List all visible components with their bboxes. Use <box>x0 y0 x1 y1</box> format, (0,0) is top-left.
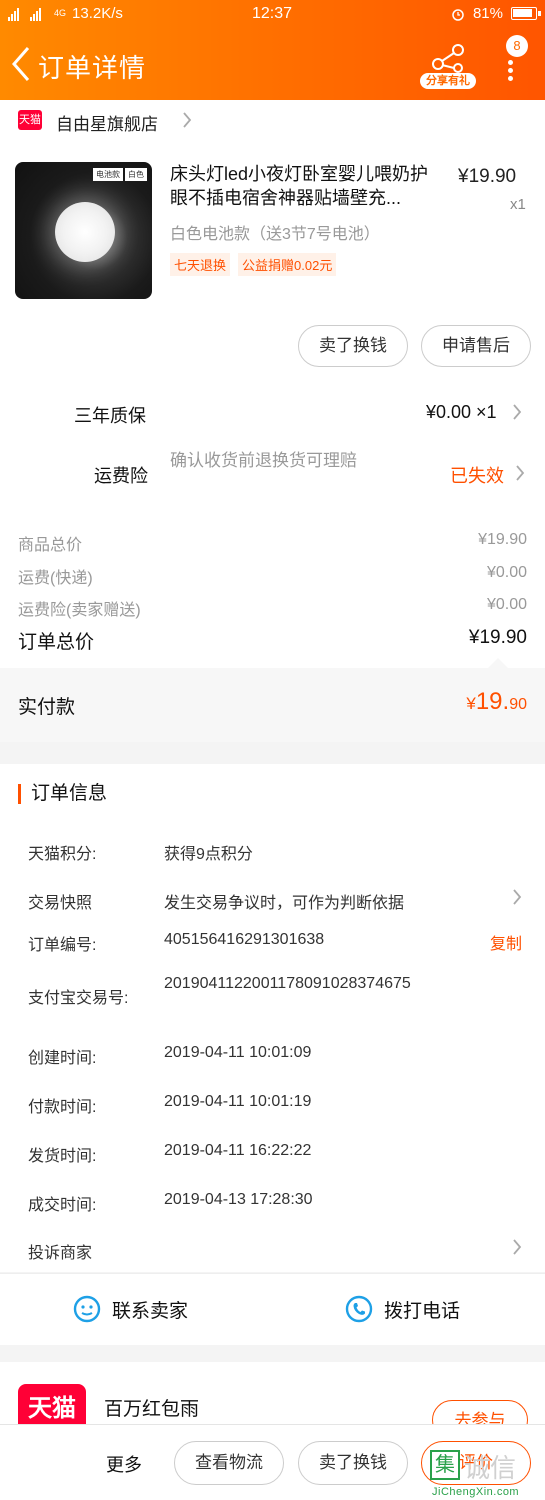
paid-currency: ¥ <box>466 694 476 713</box>
sell-exchange-bottom-button[interactable]: 卖了换钱 <box>298 1441 408 1485</box>
watermark-url: JiChengXin.com <box>432 1486 520 1498</box>
promo-text: 百万红包雨 <box>104 1399 200 1420</box>
chevron-right-icon[interactable] <box>512 889 522 905</box>
shipping-insurance-label: 运费险 <box>94 466 148 486</box>
share-button[interactable]: 分享有礼 <box>420 40 476 90</box>
goods-total-label: 商品总价 <box>18 537 83 554</box>
product-price: ¥19.90 <box>458 166 517 187</box>
sell-exchange-button[interactable]: 卖了换钱 <box>298 325 408 367</box>
watermark-logo: 集 <box>430 1450 460 1480</box>
chevron-right-icon[interactable] <box>515 465 525 481</box>
product-quantity: x1 <box>510 196 526 213</box>
info-value: 获得9点积分 <box>164 846 253 863</box>
signal-icon <box>8 7 41 21</box>
share-label: 分享有礼 <box>420 73 476 89</box>
insurance-value: ¥0.00 <box>486 596 527 613</box>
shipping-value: ¥0.00 <box>486 564 527 581</box>
order-total-label: 订单总价 <box>18 632 95 653</box>
network-speed: 13.2K/s <box>72 5 123 22</box>
status-bar: 4G 13.2K/s 12:37 81% <box>0 0 545 30</box>
info-label[interactable]: 交易快照 <box>28 889 92 913</box>
app-header: 4G 13.2K/s 12:37 81% 订单详情 分享有礼 8 <box>0 0 545 100</box>
complaint-link[interactable]: 投诉商家 <box>28 1239 92 1263</box>
contact-seller-label: 联系卖家 <box>112 1300 189 1322</box>
network-type: 4G <box>54 8 67 18</box>
info-value: 2019-04-11 10:01:09 <box>164 1044 312 1061</box>
alarm-icon <box>452 8 464 21</box>
chevron-right-icon[interactable] <box>512 1239 522 1255</box>
copy-button[interactable]: 复制 <box>490 930 522 954</box>
info-value: 2019-04-13 17:28:30 <box>164 1191 313 1208</box>
contact-bar: 联系卖家 拨打电话 <box>0 1273 545 1345</box>
page-title: 订单详情 <box>38 53 147 83</box>
chevron-right-icon <box>183 112 192 128</box>
shipping-label: 运费(快递) <box>18 570 93 587</box>
tag-charity: 公益捐赠0.02元 <box>238 253 337 276</box>
info-label: 付款时间: <box>28 1099 97 1116</box>
goods-total-value: ¥19.90 <box>478 531 527 548</box>
info-label: 成交时间: <box>28 1197 97 1214</box>
product-title[interactable]: 床头灯led小夜灯卧室婴儿喂奶护眼不插电宿舍神器贴墙壁充... <box>170 162 445 210</box>
order-card: 天猫 自由星旗舰店 电池款 白色 床头灯led小夜灯卧室婴儿喂奶护眼不插电宿舍神… <box>0 100 545 742</box>
tag-return: 七天退换 <box>170 253 231 276</box>
product-tags: 七天退换 公益捐赠0.02元 <box>170 253 337 276</box>
more-button[interactable]: 更多 <box>106 1451 142 1477</box>
order-total-value: ¥19.90 <box>468 627 527 648</box>
insurance-label: 运费险(卖家赠送) <box>18 602 141 619</box>
lamp-image <box>55 202 115 262</box>
battery-icon <box>511 7 541 20</box>
paid-amount: ¥19.90 <box>466 688 527 716</box>
chevron-right-icon[interactable] <box>512 404 522 420</box>
status-right: 81% <box>451 5 541 22</box>
paid-label: 实付款 <box>18 697 76 718</box>
thumb-tag: 白色 <box>125 168 147 181</box>
info-label: 天猫积分: <box>28 846 97 863</box>
back-arrow-icon[interactable] <box>8 44 34 84</box>
info-value: 2019-04-11 10:01:19 <box>164 1093 312 1110</box>
info-value[interactable]: 发生交易争议时，可作为判断依据 <box>164 889 404 913</box>
alipay-trade-number: 2019041122001178091028374675 <box>164 975 411 992</box>
shop-row[interactable]: 天猫 自由星旗舰店 <box>0 100 545 140</box>
clock: 12:37 <box>252 5 293 22</box>
more-menu-icon[interactable] <box>508 60 514 84</box>
order-info-title: 订单信息 <box>18 784 107 804</box>
view-logistics-button[interactable]: 查看物流 <box>174 1441 284 1485</box>
warranty-label: 三年质保 <box>74 406 146 426</box>
tmall-badge: 天猫 <box>18 110 42 130</box>
phone-icon <box>345 1295 373 1323</box>
info-value: 2019-04-11 16:22:22 <box>164 1142 312 1159</box>
paid-section: 实付款 ¥19.90 <box>0 658 545 742</box>
product-thumbnail[interactable]: 电池款 白色 <box>15 162 152 299</box>
paid-integer: 19. <box>475 688 510 715</box>
info-label: 订单编号: <box>28 937 97 954</box>
call-phone-label: 拨打电话 <box>384 1300 461 1322</box>
shipping-insurance-desc: 确认收货前退换货可理赔 <box>170 451 357 470</box>
shop-name: 自由星旗舰店 <box>56 115 158 134</box>
info-label: 支付宝交易号: <box>28 990 129 1007</box>
call-phone-button[interactable]: 拨打电话 <box>344 1294 460 1324</box>
message-badge: 8 <box>506 35 528 57</box>
product-spec: 白色电池款（送3节7号电池） <box>170 226 380 243</box>
caret-up <box>488 658 508 668</box>
info-label: 发货时间: <box>28 1148 97 1165</box>
battery-percent: 81% <box>472 5 503 22</box>
share-icon <box>432 44 464 73</box>
info-label: 创建时间: <box>28 1050 97 1067</box>
chat-icon <box>73 1295 101 1323</box>
contact-seller-button[interactable]: 联系卖家 <box>72 1294 188 1324</box>
watermark-text: 诚信 <box>464 1453 517 1483</box>
thumb-tag: 电池款 <box>93 168 123 181</box>
shipping-insurance-status[interactable]: 已失效 <box>450 462 504 488</box>
after-sale-button[interactable]: 申请售后 <box>421 325 531 367</box>
warranty-value: ¥0.00 ×1 <box>426 402 497 422</box>
paid-decimal: 90 <box>509 696 527 713</box>
status-left: 4G 13.2K/s <box>8 5 123 22</box>
order-info-section: 订单信息 天猫积分: 获得9点积分 交易快照 发生交易争议时，可作为判断依据 订… <box>0 764 545 1272</box>
watermark: 集 诚信 JiChengXin.com <box>430 1450 545 1500</box>
order-number: 405156416291301638 <box>164 931 325 948</box>
